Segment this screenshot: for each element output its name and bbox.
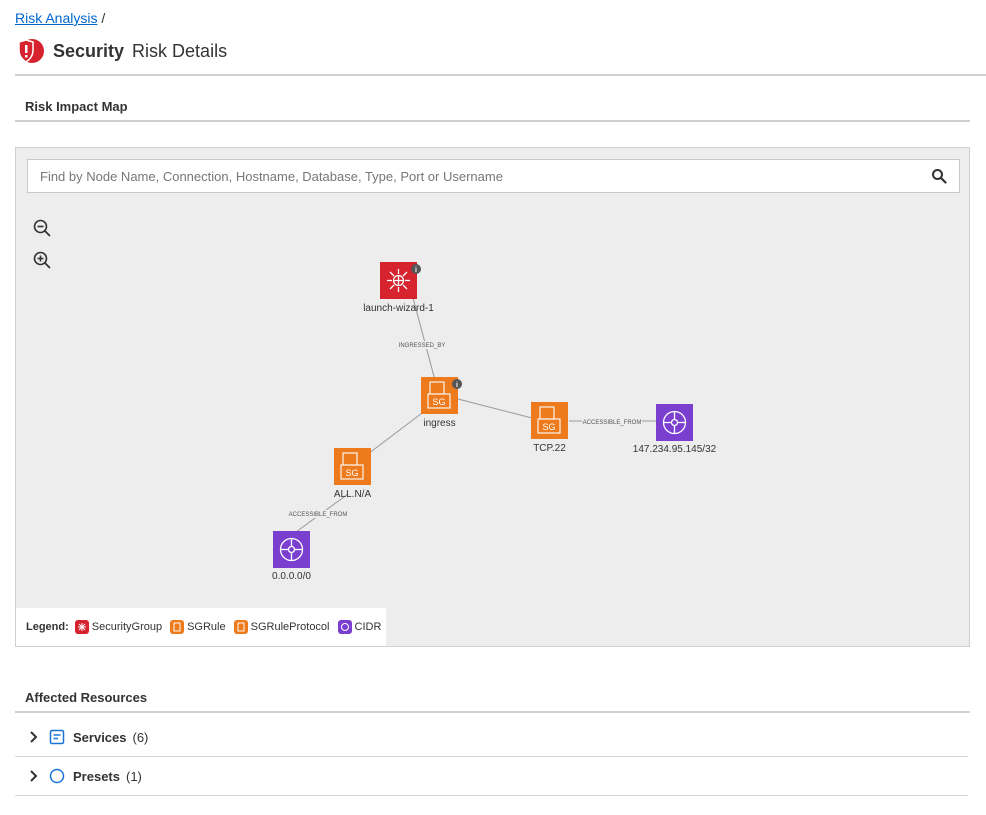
sg-glyph: SG <box>542 422 555 432</box>
accordion-count: (1) <box>125 768 142 784</box>
node-ingress[interactable]: SG i ingress <box>421 377 462 429</box>
title-light: Risk Details <box>132 40 228 61</box>
legend-item-securitygroup: SecurityGroup <box>74 620 163 634</box>
zoom-out-icon[interactable] <box>32 218 52 238</box>
node-label: ALL.N/A <box>334 489 372 500</box>
accordion-presets[interactable]: Presets (1) <box>15 757 968 796</box>
legend-item-sgruleprotocol: SGRuleProtocol <box>233 620 330 634</box>
breadcrumb-link-risk-analysis[interactable]: Risk Analysis <box>15 10 97 26</box>
node-cidr-147-234-95-145[interactable]: 147.234.95.145/32 <box>633 404 717 455</box>
affected-resources-heading: Affected Resources <box>25 690 148 705</box>
node-all-na[interactable]: SG ALL.N/A <box>334 448 372 500</box>
legend-label: SecurityGroup <box>91 621 163 633</box>
node-label: TCP.22 <box>533 443 566 454</box>
graph-canvas[interactable]: INGRESSED_BY ACCESSIBLE_FROM ACCESSIBLE_… <box>16 148 971 648</box>
node-label: ingress <box>423 418 455 429</box>
risk-map-divider <box>15 120 970 122</box>
edge-label-ingressed-by: INGRESSED_BY <box>399 343 446 349</box>
security-group-icon <box>74 620 89 634</box>
sg-glyph: SG <box>432 397 445 407</box>
risk-impact-map[interactable]: INGRESSED_BY ACCESSIBLE_FROM ACCESSIBLE_… <box>15 147 970 647</box>
search-icon[interactable] <box>931 168 947 184</box>
node-label: 147.234.95.145/32 <box>633 444 717 455</box>
shield-icon <box>18 39 44 63</box>
edge-ingress-all <box>367 409 427 455</box>
edge-ingress-tcp22 <box>457 398 533 419</box>
title-strong: Security <box>53 40 125 61</box>
edge-label-accessible-from-2: ACCESSIBLE_FROM <box>289 512 348 518</box>
node-launch-wizard-1[interactable]: i launch-wizard-1 <box>363 262 434 314</box>
chevron-right-icon[interactable] <box>27 769 41 783</box>
sg-rule-protocol-icon <box>233 620 248 634</box>
accordion-services[interactable]: Services (6) <box>15 718 968 757</box>
svg-text:i: i <box>456 382 458 389</box>
breadcrumb: Risk Analysis / <box>15 10 105 26</box>
sg-glyph: SG <box>345 468 358 478</box>
node-cidr-0-0-0-0[interactable]: 0.0.0.0/0 <box>272 531 311 582</box>
legend-item-sgrule: SGRule <box>170 620 226 634</box>
accordion-count: (6) <box>132 729 149 745</box>
title-divider <box>15 74 986 76</box>
breadcrumb-separator: / <box>101 10 106 26</box>
accordion-label: Presets <box>73 768 120 784</box>
node-tcp-22[interactable]: SG TCP.22 <box>531 402 568 454</box>
legend-label: CIDR <box>354 621 382 633</box>
risk-map-heading: Risk Impact Map <box>25 99 128 114</box>
circle-icon <box>49 768 65 784</box>
svg-text:i: i <box>415 267 417 274</box>
affected-resources-divider <box>15 711 970 713</box>
legend-label: SGRuleProtocol <box>250 621 330 633</box>
node-label: launch-wizard-1 <box>363 303 434 314</box>
legend: Legend: SecurityGroup SGRule SGRuleProto… <box>16 608 386 646</box>
search-box <box>27 159 960 193</box>
sg-rule-icon <box>170 620 185 634</box>
node-label: 0.0.0.0/0 <box>272 571 311 582</box>
list-icon <box>49 729 65 745</box>
accordion-label: Services <box>73 729 127 745</box>
cidr-icon <box>337 620 352 634</box>
page-title: Security Risk Details <box>15 38 227 64</box>
zoom-in-icon[interactable] <box>32 250 52 270</box>
legend-title: Legend: <box>26 621 69 633</box>
chevron-right-icon[interactable] <box>27 730 41 744</box>
legend-item-cidr: CIDR <box>337 620 382 634</box>
edge-label-accessible-from-1: ACCESSIBLE_FROM <box>583 420 642 426</box>
legend-label: SGRule <box>187 621 226 633</box>
search-input[interactable] <box>28 160 908 192</box>
